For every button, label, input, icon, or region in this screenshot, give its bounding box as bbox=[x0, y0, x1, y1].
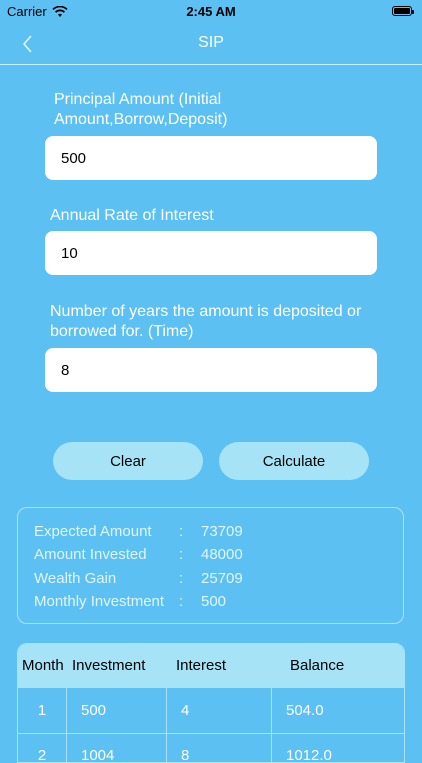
rate-input[interactable] bbox=[45, 231, 377, 275]
cell-month: 1 bbox=[18, 688, 67, 733]
result-label: Monthly Investment bbox=[34, 593, 165, 610]
battery-icon bbox=[392, 6, 414, 16]
table-row: 2 1004 8 1012.0 bbox=[18, 733, 404, 763]
years-input[interactable] bbox=[45, 348, 377, 392]
result-label: Expected Amount bbox=[34, 523, 152, 540]
navigation-bar: SIP bbox=[0, 24, 422, 65]
result-separator: : bbox=[179, 546, 184, 563]
result-separator: : bbox=[179, 570, 184, 587]
calculate-button[interactable]: Calculate bbox=[219, 442, 369, 480]
result-value: 500 bbox=[201, 593, 227, 610]
cell-balance: 504.0 bbox=[286, 702, 324, 719]
years-label: Number of years the amount is deposited … bbox=[50, 303, 362, 340]
result-label: Amount Invested bbox=[34, 546, 147, 563]
cell-investment: 1004 bbox=[67, 733, 167, 762]
result-label: Wealth Gain bbox=[34, 570, 117, 587]
result-value: 73709 bbox=[201, 523, 243, 540]
cell-investment: 500 bbox=[67, 688, 167, 733]
header-investment: Investment bbox=[72, 657, 146, 674]
header-balance: Balance bbox=[290, 657, 345, 674]
page-title: SIP bbox=[198, 34, 224, 51]
result-separator: : bbox=[179, 523, 184, 540]
header-interest: Interest bbox=[176, 657, 227, 674]
status-time: 2:45 AM bbox=[186, 4, 236, 19]
table-header: Month Investment Interest Balance bbox=[18, 644, 404, 688]
result-value: 48000 bbox=[201, 546, 243, 563]
cell-balance: 1012.0 bbox=[286, 747, 332, 763]
status-bar: Carrier 2:45 AM bbox=[0, 0, 422, 24]
table-row: 1 500 4 504.0 bbox=[18, 688, 404, 734]
rate-label: Annual Rate of Interest bbox=[50, 207, 214, 224]
principal-input[interactable] bbox=[45, 136, 377, 180]
results-panel: Expected Amount : 73709 Amount Invested … bbox=[17, 507, 404, 624]
result-value: 25709 bbox=[201, 570, 243, 587]
clear-button[interactable]: Clear bbox=[53, 442, 203, 480]
principal-label: Principal Amount (Initial Amount,Borrow,… bbox=[54, 91, 228, 128]
schedule-table: Month Investment Interest Balance 1 500 … bbox=[17, 643, 405, 763]
cell-interest: 8 bbox=[167, 733, 272, 762]
header-month: Month bbox=[22, 657, 64, 674]
cell-month: 2 bbox=[18, 733, 67, 762]
cell-interest: 4 bbox=[167, 688, 272, 733]
result-separator: : bbox=[179, 593, 184, 610]
